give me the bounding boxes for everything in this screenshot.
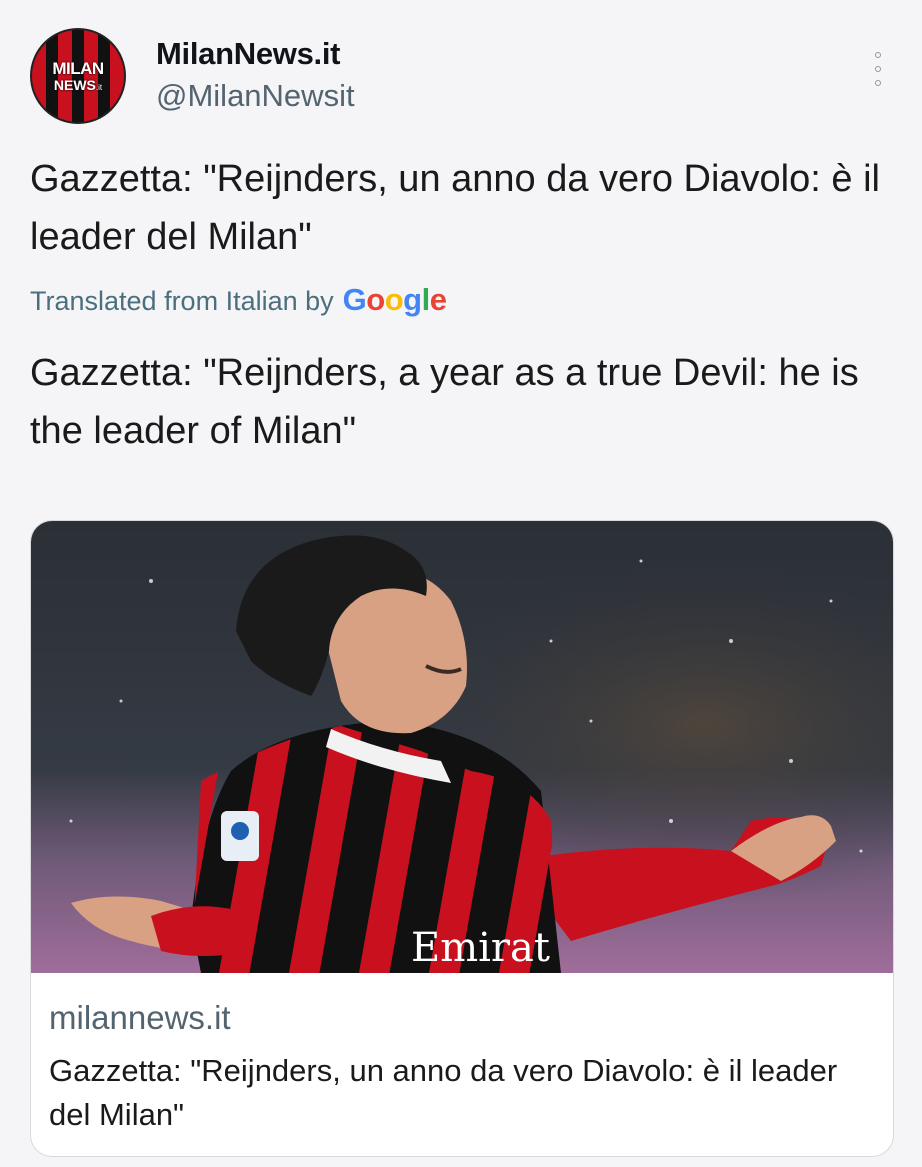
avatar-logo-line2: NEWS.it (53, 77, 103, 93)
link-card[interactable]: Emirat milannews.it Gazzetta: "Reijnders… (30, 520, 894, 1157)
tweet-header: MILAN NEWS.it MilanNews.it @MilanNewsit (30, 28, 892, 124)
card-domain: milannews.it (49, 999, 231, 1036)
account-handle[interactable]: @MilanNewsit (156, 78, 355, 114)
google-logo[interactable]: Google (343, 282, 447, 318)
translated-label: Translated from Italian by (30, 286, 334, 316)
card-title: Gazzetta: "Reijnders, un anno da vero Di… (49, 1053, 838, 1132)
translated-text: Gazzetta: "Reijnders, a year as a true D… (30, 352, 859, 452)
article-photo: Emirat (31, 521, 893, 973)
avatar-logo-line1: MILAN (52, 59, 104, 78)
account-name[interactable]: MilanNews.it (156, 36, 340, 72)
avatar[interactable]: MILAN NEWS.it (30, 28, 126, 124)
jersey-sponsor-text: Emirat (411, 925, 550, 971)
avatar-logo-text: MILAN NEWS.it (32, 60, 124, 92)
translation-notice: Translated from Italian by Google (30, 282, 447, 318)
more-vertical-icon[interactable] (870, 52, 886, 86)
tweet-text: Gazzetta: "Reijnders, un anno da vero Di… (30, 158, 880, 258)
